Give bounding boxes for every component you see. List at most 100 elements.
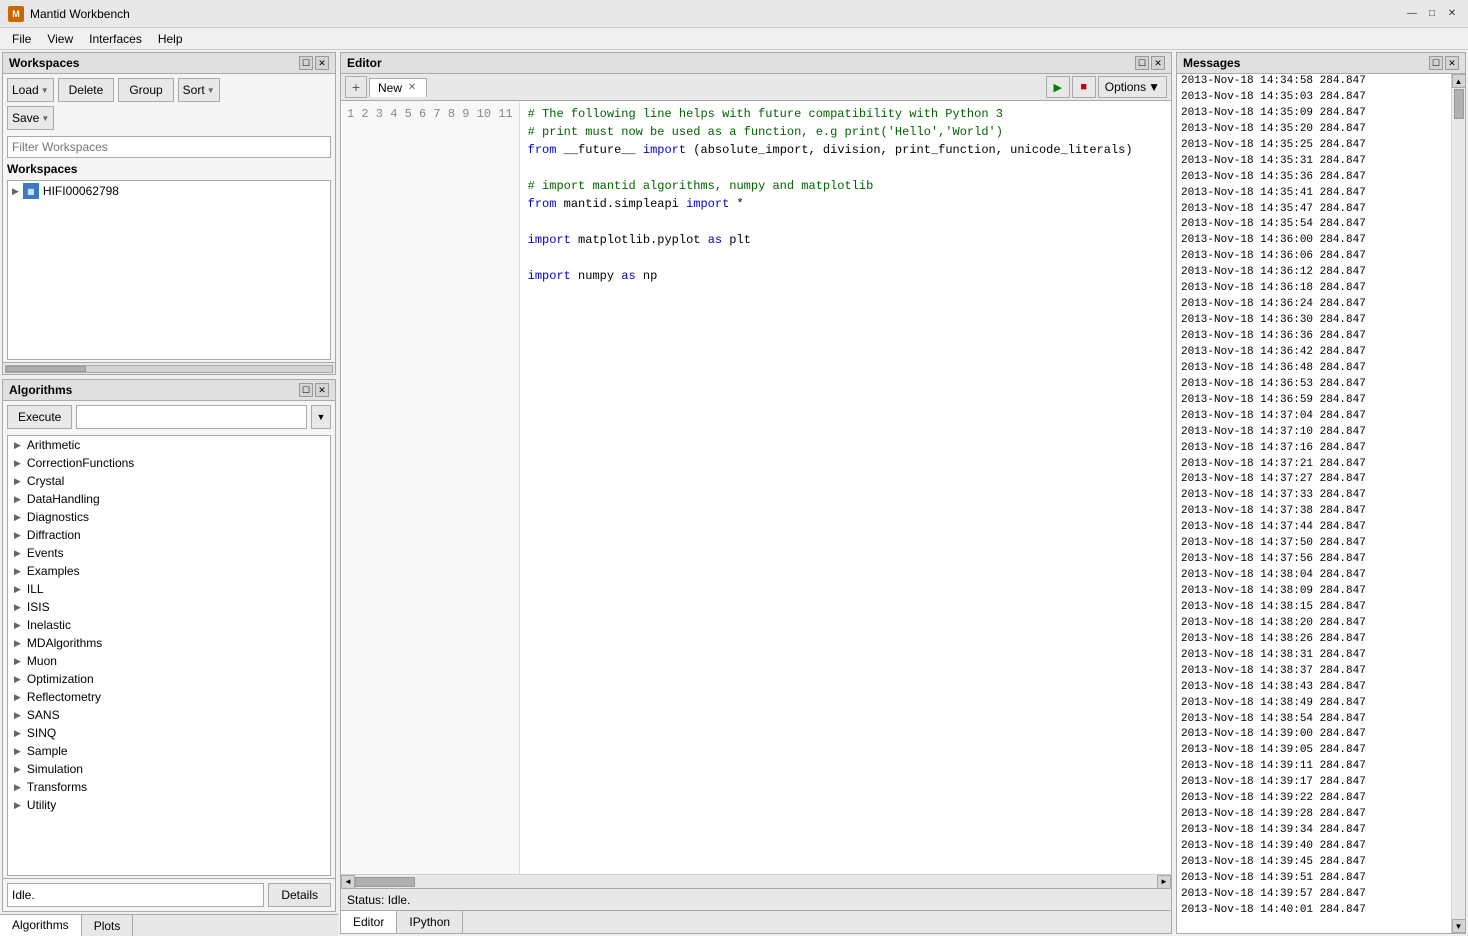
menu-help[interactable]: Help bbox=[150, 30, 191, 48]
ws-save-toolbar: Save ▼ bbox=[3, 106, 335, 134]
ws-item-hifi[interactable]: ▶ ▦ HIFI00062798 bbox=[8, 181, 330, 201]
messages-vscroll-thumb[interactable] bbox=[1454, 89, 1464, 119]
algo-search-input[interactable] bbox=[76, 405, 307, 429]
messages-close-button[interactable]: ✕ bbox=[1445, 56, 1459, 70]
algo-item[interactable]: ▶DataHandling bbox=[8, 490, 330, 508]
message-row: 2013-Nov-18 14:35:09 284.847 bbox=[1177, 106, 1451, 122]
message-row: 2013-Nov-18 14:36:59 284.847 bbox=[1177, 393, 1451, 409]
options-button[interactable]: Options ▼ bbox=[1098, 76, 1167, 98]
messages-vscroll-up[interactable]: ▲ bbox=[1452, 74, 1466, 88]
algo-item[interactable]: ▶Diagnostics bbox=[8, 508, 330, 526]
maximize-button[interactable]: □ bbox=[1424, 7, 1440, 21]
algo-item[interactable]: ▶Sample bbox=[8, 742, 330, 760]
editor-tab-editor[interactable]: Editor bbox=[341, 911, 397, 933]
message-row: 2013-Nov-18 14:39:45 284.847 bbox=[1177, 855, 1451, 871]
algo-item[interactable]: ▶Transforms bbox=[8, 778, 330, 796]
group-button[interactable]: Group bbox=[118, 78, 173, 102]
algo-close-button[interactable]: ✕ bbox=[315, 383, 329, 397]
ws-hscroll-thumb[interactable] bbox=[6, 366, 86, 372]
expand-icon: ▶ bbox=[14, 674, 21, 685]
algo-item[interactable]: ▶Muon bbox=[8, 652, 330, 670]
editor-tab-ipython[interactable]: IPython bbox=[397, 911, 463, 933]
editor-close-button[interactable]: ✕ bbox=[1151, 56, 1165, 70]
algo-item[interactable]: ▶CorrectionFunctions bbox=[8, 454, 330, 472]
tab-close-icon[interactable]: ✕ bbox=[406, 82, 418, 94]
editor-tab-new[interactable]: New ✕ bbox=[369, 78, 427, 97]
add-tab-button[interactable]: + bbox=[345, 76, 367, 98]
code-area[interactable]: 1 2 3 4 5 6 7 8 9 10 11 # The following … bbox=[341, 101, 1171, 874]
message-row: 2013-Nov-18 14:35:20 284.847 bbox=[1177, 122, 1451, 138]
run-stop-button[interactable]: ■ bbox=[1072, 76, 1096, 98]
workspaces-restore-button[interactable]: ☐ bbox=[299, 56, 313, 70]
save-button[interactable]: Save ▼ bbox=[7, 106, 54, 130]
messages-restore-button[interactable]: ☐ bbox=[1429, 56, 1443, 70]
delete-button[interactable]: Delete bbox=[58, 78, 115, 102]
execute-button[interactable]: Execute bbox=[7, 405, 72, 429]
messages-title: Messages bbox=[1183, 56, 1240, 70]
algo-item[interactable]: ▶Diffraction bbox=[8, 526, 330, 544]
code-hscroll-right[interactable]: ► bbox=[1157, 875, 1171, 889]
expand-icon: ▶ bbox=[14, 476, 21, 487]
editor-restore-button[interactable]: ☐ bbox=[1135, 56, 1149, 70]
tab-plots[interactable]: Plots bbox=[82, 915, 134, 936]
workspaces-panel-header: Workspaces ☐ ✕ bbox=[3, 53, 335, 74]
code-hscroll-left[interactable]: ◄ bbox=[341, 875, 355, 889]
message-row: 2013-Nov-18 14:35:03 284.847 bbox=[1177, 90, 1451, 106]
algo-item[interactable]: ▶Simulation bbox=[8, 760, 330, 778]
message-row: 2013-Nov-18 14:38:09 284.847 bbox=[1177, 584, 1451, 600]
messages-header: Messages ☐ ✕ bbox=[1177, 53, 1465, 74]
algo-item[interactable]: ▶Utility bbox=[8, 796, 330, 814]
window-controls: — □ ✕ bbox=[1404, 7, 1460, 21]
menu-view[interactable]: View bbox=[39, 30, 81, 48]
menu-interfaces[interactable]: Interfaces bbox=[81, 30, 150, 48]
algo-item[interactable]: ▶SINQ bbox=[8, 724, 330, 742]
expand-arrow-icon: ▶ bbox=[12, 186, 19, 197]
details-button[interactable]: Details bbox=[268, 883, 331, 907]
algo-item[interactable]: ▶Optimization bbox=[8, 670, 330, 688]
expand-icon: ▶ bbox=[14, 494, 21, 505]
ws-filter-input[interactable] bbox=[7, 136, 331, 158]
algo-item[interactable]: ▶Examples bbox=[8, 562, 330, 580]
menu-file[interactable]: File bbox=[4, 30, 39, 48]
algo-item[interactable]: ▶SANS bbox=[8, 706, 330, 724]
app-icon: M bbox=[8, 6, 24, 22]
algo-restore-button[interactable]: ☐ bbox=[299, 383, 313, 397]
expand-icon: ▶ bbox=[14, 602, 21, 613]
main-layout: Workspaces ☐ ✕ Load ▼ Delete Group bbox=[0, 50, 1468, 936]
ws-item-label: HIFI00062798 bbox=[43, 184, 119, 198]
algo-item[interactable]: ▶Arithmetic bbox=[8, 436, 330, 454]
expand-icon: ▶ bbox=[14, 584, 21, 595]
algo-item[interactable]: ▶Inelastic bbox=[8, 616, 330, 634]
message-row: 2013-Nov-18 14:36:48 284.847 bbox=[1177, 361, 1451, 377]
message-row: 2013-Nov-18 14:40:01 284.847 bbox=[1177, 903, 1451, 919]
workspaces-close-button[interactable]: ✕ bbox=[315, 56, 329, 70]
tab-algorithms[interactable]: Algorithms bbox=[0, 915, 82, 936]
algo-item[interactable]: ▶Events bbox=[8, 544, 330, 562]
ws-tree-label: Workspaces bbox=[3, 160, 335, 178]
message-row: 2013-Nov-18 14:39:05 284.847 bbox=[1177, 743, 1451, 759]
code-hscroll-thumb[interactable] bbox=[355, 877, 415, 887]
minimize-button[interactable]: — bbox=[1404, 7, 1420, 21]
code-hscroll-track[interactable] bbox=[355, 876, 1157, 888]
algo-item[interactable]: ▶Crystal bbox=[8, 472, 330, 490]
ws-hscroll-track[interactable] bbox=[5, 365, 333, 373]
message-row: 2013-Nov-18 14:36:06 284.847 bbox=[1177, 249, 1451, 265]
editor-area: Editor ☐ ✕ + New ✕ ▶ ■ Options ▼ 1 2 3 4 bbox=[340, 52, 1172, 934]
editor-toolbar: + New ✕ ▶ ■ Options ▼ bbox=[341, 74, 1171, 101]
load-button[interactable]: Load ▼ bbox=[7, 78, 54, 102]
expand-icon: ▶ bbox=[14, 782, 21, 793]
code-content[interactable]: # The following line helps with future c… bbox=[520, 101, 1171, 874]
algo-item[interactable]: ▶MDAlgorithms bbox=[8, 634, 330, 652]
run-play-button[interactable]: ▶ bbox=[1046, 76, 1070, 98]
algo-item[interactable]: ▶Reflectometry bbox=[8, 688, 330, 706]
close-button[interactable]: ✕ bbox=[1444, 7, 1460, 21]
message-row: 2013-Nov-18 14:35:54 284.847 bbox=[1177, 217, 1451, 233]
algo-search-dropdown[interactable]: ▼ bbox=[311, 405, 331, 429]
code-hscroll: ◄ ► bbox=[341, 874, 1171, 888]
algo-item[interactable]: ▶ISIS bbox=[8, 598, 330, 616]
messages-vscroll-track[interactable] bbox=[1453, 88, 1465, 919]
messages-vscroll-down[interactable]: ▼ bbox=[1452, 919, 1466, 933]
algo-item[interactable]: ▶ILL bbox=[8, 580, 330, 598]
sort-button[interactable]: Sort ▼ bbox=[178, 78, 220, 102]
messages-list[interactable]: 2013-Nov-18 14:34:58 284.8472013-Nov-18 … bbox=[1177, 74, 1451, 933]
